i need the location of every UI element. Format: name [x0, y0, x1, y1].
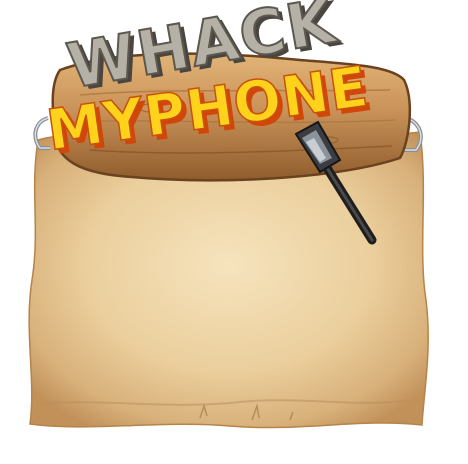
title-artwork: [28, 52, 429, 429]
wooden-sign: [51, 52, 412, 182]
game-title-screen: WHACK WHACK MYPHONE MYPHONE: [0, 0, 468, 460]
